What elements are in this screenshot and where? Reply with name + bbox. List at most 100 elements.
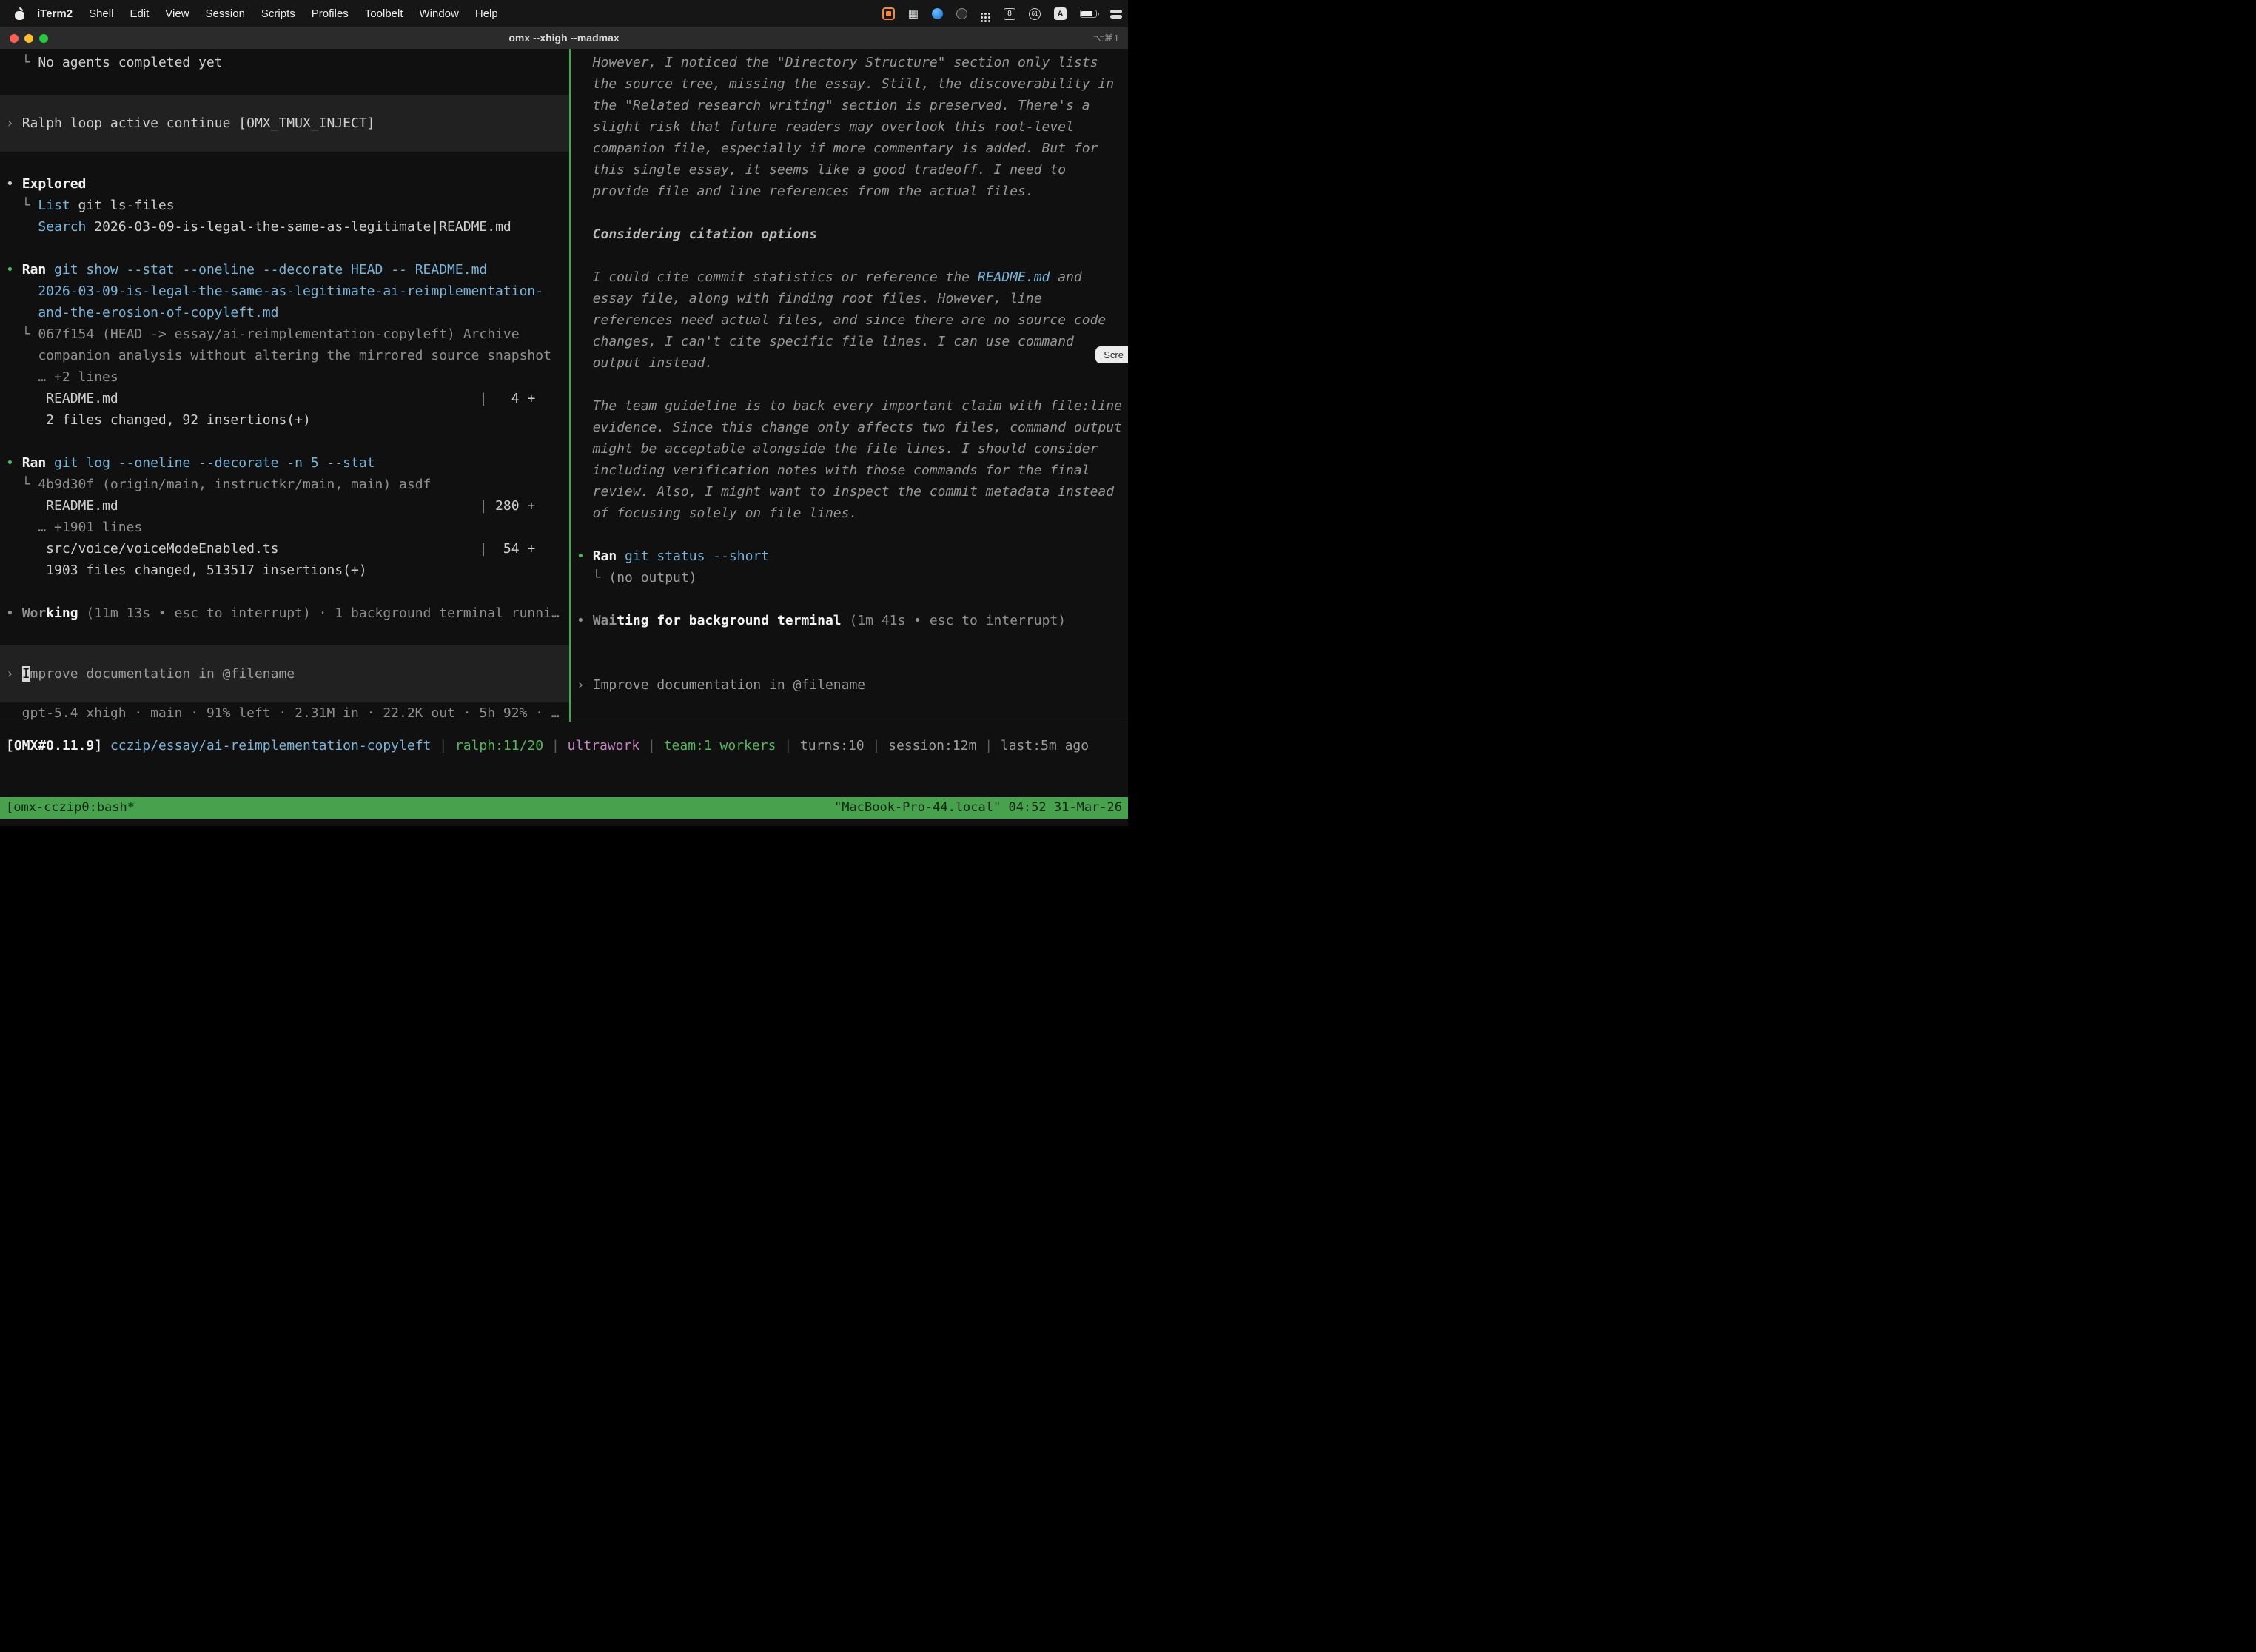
menu-item-toolbelt[interactable]: Toolbelt [357,7,412,20]
keyboard-grid-icon[interactable]: ▦ [908,8,919,19]
blank-line [571,631,1128,653]
left-terminal-pane[interactable]: └ No agents completed yet › Ralph loop a… [0,49,569,722]
terminal-line: 2026-03-09-is-legal-the-same-as-legitima… [0,281,569,302]
omx-status-segment: | [976,738,1001,753]
text-segment: Explored [22,176,87,192]
omx-status-segment: session:12m [888,738,976,753]
omx-status-segment: [OMX#0.11.9] [6,738,102,753]
text-segment: › [6,115,22,131]
waiting-indicator: • Waiting for background terminal (1m 41… [571,610,1128,631]
gauge-icon[interactable]: 61 [1029,8,1041,20]
menu-item-window[interactable]: Window [412,7,467,20]
key-8-icon[interactable]: 8 [1004,8,1015,20]
terminal-line: Search 2026-03-09-is-legal-the-same-as-l… [0,216,569,238]
terminal-line: I could cite commit statistics or refere… [571,266,1128,288]
explored-header: • Explored [0,173,569,195]
text-segment: README.md | 4 + [6,391,535,406]
blank-line [571,696,1128,717]
command-input[interactable]: › Improve documentation in @filename [0,645,569,702]
text-segment: (11m 13s • esc to interrupt) · 1 backgro… [78,605,560,621]
macos-menu-bar: iTerm2ShellEditViewSessionScriptsProfile… [0,0,1128,27]
session-status-line: gpt-5.4 xhigh · 96% left · 520K in · 5.8… [571,717,1128,722]
terminal-line: including verification notes with those … [571,460,1128,481]
text-segment: No agents completed yet [38,55,222,70]
right-terminal-pane[interactable]: However, I noticed the "Directory Struct… [571,49,1128,722]
text-segment [617,548,625,564]
text-segment: └ [577,570,608,585]
text-segment [46,455,54,471]
text-segment: I could cite commit statistics or refere… [577,269,978,285]
text-segment: evidence. Since this change only affects… [577,420,1122,435]
control-center-icon[interactable] [1110,10,1122,13]
text-cursor: I [22,666,30,682]
omx-status-segment: | [776,738,800,753]
blank-line [571,374,1128,395]
session-status-line: gpt-5.4 xhigh · main · 91% left · 2.31M … [0,702,569,722]
window-shortcut-hint: ⌥⌘1 [1093,27,1119,49]
text-segment: (no output) [608,570,696,585]
terminal-area: └ No agents completed yet › Ralph loop a… [0,49,1128,722]
text-segment: • [6,176,22,192]
text-segment: git log --oneline --decorate -n 5 --stat [54,455,375,471]
text-segment: 067f154 (HEAD -> essay/ai-reimplementati… [38,326,519,342]
menu-item-edit[interactable]: Edit [121,7,157,20]
text-segment: Ran [22,262,47,278]
tmux-status-bar: [omx-cczip0:bash* "MacBook-Pro-44.local"… [0,797,1128,819]
blank-line [571,245,1128,266]
text-segment: 4b9d30f (origin/main, instructkr/main, m… [38,477,431,492]
apple-menu-icon[interactable] [15,8,24,20]
terminal-line: essay file, along with finding root file… [571,288,1128,309]
menu-bar-status-icons: ▦ 8 61 A [882,0,1122,27]
tmux-session-name: [omx-cczip0:bash* [0,797,135,819]
screen-recording-stop-icon[interactable] [882,7,895,20]
menu-item-scripts[interactable]: Scripts [253,7,303,20]
ran-git-log: • Ran git log --oneline --decorate -n 5 … [0,452,569,474]
menu-item-profiles[interactable]: Profiles [303,7,357,20]
text-segment: gpt-5.4 xhigh · 96% left · 520K in · 5.8… [577,720,1122,722]
text-segment: └ [6,55,38,70]
command-input[interactable]: › Improve documentation in @filename [571,674,1128,696]
text-segment: essay file, along with finding root file… [577,291,1042,306]
terminal-line: review. Also, I might want to inspect th… [571,481,1128,503]
text-segment: git status --short [625,548,769,564]
menu-item-shell[interactable]: Shell [81,7,121,20]
blue-app-icon[interactable] [932,8,943,19]
text-segment: and [1050,269,1081,285]
menu-item-session[interactable]: Session [198,7,253,20]
screen-share-pill[interactable]: Scre [1095,346,1128,363]
battery-icon[interactable] [1080,10,1097,18]
blank-line [571,653,1128,674]
text-segment: companion file, especially if more comme… [577,141,1098,156]
tmux-host-clock: "MacBook-Pro-44.local" 04:52 31-Mar-26 [834,797,1128,819]
menu-item-help[interactable]: Help [467,7,506,20]
dots-grid-icon[interactable] [981,13,983,15]
terminal-line: might be acceptable alongside the file l… [571,438,1128,460]
text-segment: mprove documentation in @filename [30,666,295,682]
text-segment: └ [6,477,38,492]
terminal-line: evidence. Since this change only affects… [571,417,1128,438]
text-segment: review. Also, I might want to inspect th… [577,484,1114,500]
terminal-line: of focusing solely on file lines. [571,503,1128,524]
dark-app-icon[interactable] [956,8,967,19]
terminal-line: … +1901 lines [0,517,569,538]
terminal-line: references need actual files, and since … [571,309,1128,331]
text-segment: However, I noticed the "Directory Struct… [577,55,1098,70]
menu-item-iterm2[interactable]: iTerm2 [29,7,81,20]
text-segment: this single essay, it seems like a good … [577,162,1066,178]
terminal-line: README.md | 4 + [0,388,569,409]
text-segment: Wor [22,605,47,621]
text-segment: git show --stat --oneline --decorate HEA… [54,262,487,278]
omx-status-segment: ralph:11/20 [455,738,543,753]
omx-status-segment: | [865,738,889,753]
terminal-line: this single essay, it seems like a good … [571,159,1128,181]
input-source-icon[interactable]: A [1054,7,1067,20]
text-segment: The team guideline is to back every impo… [577,398,1122,414]
ran-git-status: • Ran git status --short [571,545,1128,567]
terminal-line: └ No agents completed yet [0,52,569,73]
text-segment: 2026-03-09-is-legal-the-same-as-legitima… [86,219,511,235]
text-segment: and-the-erosion-of-copyleft.md [6,305,278,320]
text-segment: … +1901 lines [6,520,142,535]
menu-item-view[interactable]: View [157,7,197,20]
text-segment: references need actual files, and since … [577,312,1106,328]
text-segment: companion analysis without altering the … [6,348,551,363]
